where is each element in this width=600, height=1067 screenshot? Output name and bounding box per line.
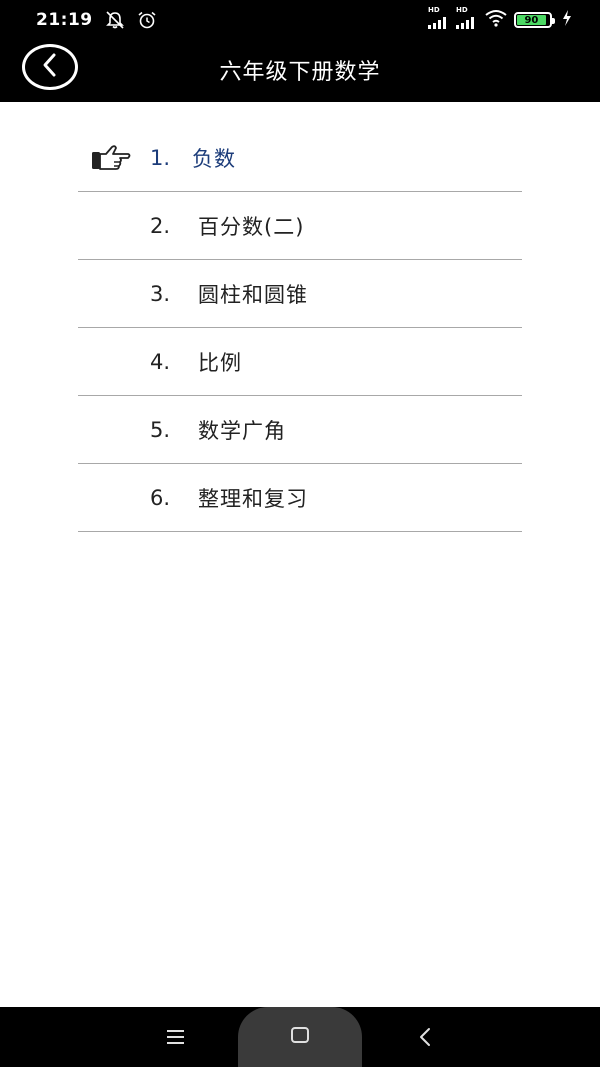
pointing-hand-icon	[90, 144, 132, 176]
chapter-item-3[interactable]: 3. 圆柱和圆锥	[78, 260, 522, 328]
page-title: 六年级下册数学	[219, 60, 381, 85]
signal-sim2: HD	[456, 7, 478, 33]
chapter-item-2[interactable]: 2. 百分数(二)	[78, 192, 522, 260]
signal-sim1: HD	[428, 7, 450, 33]
status-time: 21:19	[36, 10, 93, 30]
battery-text: 90	[524, 14, 539, 26]
chapter-number: 6.	[150, 485, 171, 510]
wifi-icon	[484, 9, 508, 31]
chapter-list: 1. 负数 2. 百分数(二) 3. 圆柱和圆锥 4. 比例 5. 数学广角 6…	[78, 124, 522, 532]
hd-badge: HD	[456, 6, 468, 14]
chapter-number: 1.	[150, 145, 171, 170]
chapter-title: 圆柱和圆锥	[198, 282, 308, 307]
chapter-number: 4.	[150, 349, 171, 374]
battery-icon: 90	[514, 12, 555, 28]
chapter-number: 3.	[150, 281, 171, 306]
signal-icon	[456, 14, 478, 33]
chapter-title: 数学广角	[198, 418, 286, 443]
chapter-title: 百分数(二)	[198, 214, 305, 239]
charging-icon	[562, 10, 572, 30]
chapter-number: 5.	[150, 417, 171, 442]
home-button[interactable]	[238, 1007, 362, 1067]
chapter-title: 整理和复习	[198, 486, 308, 511]
status-right: HD HD 90	[428, 7, 572, 33]
battery-level: 90	[517, 14, 546, 26]
chapter-item-6[interactable]: 6. 整理和复习	[78, 464, 522, 532]
bell-off-icon	[105, 11, 125, 29]
status-left: 21:19	[36, 10, 157, 30]
hd-badge: HD	[428, 6, 440, 14]
chapter-number: 2.	[150, 213, 171, 238]
signal-icon	[428, 14, 450, 33]
home-icon	[290, 1026, 310, 1048]
chapter-item-5[interactable]: 5. 数学广角	[78, 396, 522, 464]
chapter-item-1[interactable]: 1. 负数	[78, 124, 522, 192]
chapter-title: 比例	[198, 350, 242, 375]
menu-icon[interactable]	[166, 1029, 186, 1049]
chapter-title: 负数	[192, 146, 236, 171]
chapter-item-4[interactable]: 4. 比例	[78, 328, 522, 396]
app-bar: 六年级下册数学	[0, 40, 600, 102]
status-bar: 21:19 HD HD 90	[0, 0, 600, 40]
back-icon[interactable]	[418, 1027, 432, 1051]
alarm-icon	[137, 11, 157, 29]
system-nav-bar	[0, 1007, 600, 1067]
